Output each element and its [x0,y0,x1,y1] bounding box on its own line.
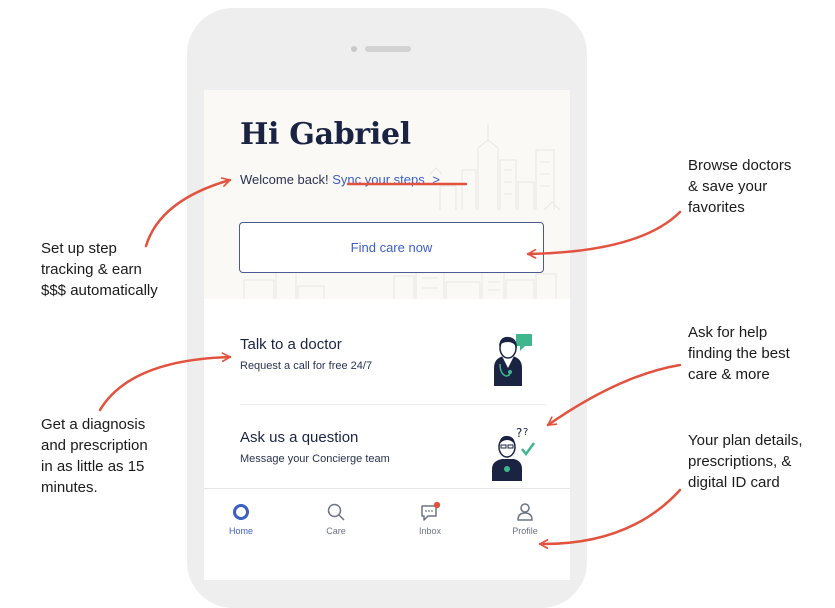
tab-label: Care [326,526,346,536]
doctor-illustration-icon [494,334,532,386]
tab-home[interactable]: Home [211,501,271,549]
annotation-step-tracking: Set up step tracking & earn $$$ automati… [41,240,158,299]
talk-to-doctor-card[interactable]: Talk to a doctor Request a call for free… [204,312,570,404]
bottom-tab-bar: Home Care Inbox Profile [204,488,570,580]
tab-care[interactable]: Care [306,501,366,549]
concierge-illustration-icon: ? ? [492,426,536,481]
chevron-right-icon[interactable]: > [432,172,440,187]
tab-label: Profile [512,526,538,536]
find-care-button[interactable]: Find care now [239,222,544,273]
notification-badge [433,501,441,509]
svg-text:?: ? [523,427,528,438]
search-icon [327,503,345,521]
tab-inbox[interactable]: Inbox [400,501,460,549]
sync-steps-link[interactable]: Sync your steps [332,172,425,187]
card-subtitle: Message your Concierge team [240,453,390,465]
annotation-browse-doctors: Browse doctors & save your favorites [688,157,792,216]
phone-frame: Hi Gabriel Welcome back! Sync your steps… [187,8,587,608]
welcome-row: Welcome back! Sync your steps > [240,172,440,187]
annotation-plan-details: Your plan details, prescriptions, & digi… [688,432,803,491]
message-icon [421,501,441,521]
phone-speaker [351,46,411,52]
card-title: Ask us a question [240,429,359,446]
app-screen: Hi Gabriel Welcome back! Sync your steps… [204,90,570,580]
tab-profile[interactable]: Profile [495,501,555,549]
tab-label: Inbox [418,526,442,536]
ask-question-card[interactable]: Ask us a question Message your Concierge… [204,405,570,497]
home-ring-icon [233,504,249,520]
card-subtitle: Request a call for free 24/7 [240,360,373,372]
welcome-hero: Hi Gabriel Welcome back! Sync your steps… [204,90,570,299]
annotation-diagnosis: Get a diagnosis and prescription in as l… [41,416,148,496]
annotation-ask-for-help: Ask for help finding the best care & mor… [688,324,790,383]
greeting-title: Hi Gabriel [240,117,411,152]
welcome-text: Welcome back! [240,172,329,187]
tab-label: Home [228,526,253,536]
person-icon [517,503,533,521]
svg-text:?: ? [516,426,522,440]
card-title: Talk to a doctor [240,336,342,353]
